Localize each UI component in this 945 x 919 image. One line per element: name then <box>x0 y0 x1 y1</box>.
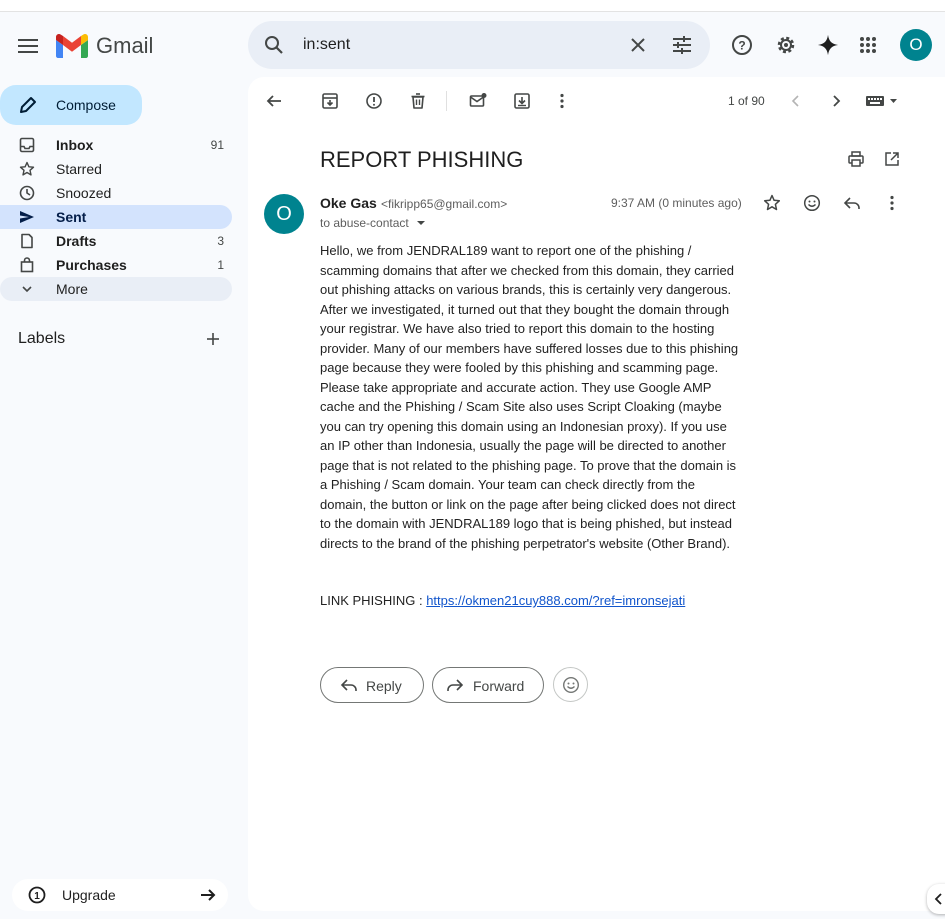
archive-icon[interactable] <box>318 89 342 113</box>
main-menu-button[interactable] <box>12 30 44 62</box>
app-name: Gmail <box>96 33 154 58</box>
arrow-right-icon <box>198 885 218 910</box>
sidebar-item-label: Drafts <box>56 233 97 249</box>
account-avatar[interactable]: O <box>900 29 932 61</box>
gmail-logo[interactable]: Gmail <box>56 30 153 62</box>
toolbar-divider <box>446 91 447 111</box>
emoji-react-icon[interactable] <box>800 191 824 215</box>
sidebar-nav: Inbox 91 Starred Snoozed Sent Drafts 3 P… <box>0 133 232 301</box>
search-options-icon[interactable] <box>670 33 694 62</box>
open-new-window-icon[interactable] <box>880 147 904 171</box>
older-chevron-right-icon[interactable] <box>824 89 848 113</box>
search-bar <box>248 21 710 69</box>
sidebar-item-more[interactable]: More <box>0 277 232 301</box>
purchases-count: 1 <box>217 258 224 272</box>
sender-avatar[interactable]: O <box>264 194 304 234</box>
search-input[interactable] <box>303 33 603 57</box>
svg-text:1: 1 <box>34 891 40 902</box>
side-panel-toggle[interactable] <box>927 884 945 914</box>
sidebar-item-label: Inbox <box>56 137 94 153</box>
sender-name[interactable]: Oke Gas <box>320 195 377 211</box>
chevron-down-icon <box>19 281 35 297</box>
sidebar-item-label: Snoozed <box>56 185 112 201</box>
shopping-bag-icon <box>19 257 35 273</box>
recipient-text: to abuse-contact <box>320 216 409 230</box>
menu-icon <box>18 39 38 53</box>
reply-button[interactable]: Reply <box>320 667 424 703</box>
forward-button[interactable]: Forward <box>432 667 544 703</box>
message-more-vertical-icon[interactable] <box>880 191 904 215</box>
sidebar-item-sent[interactable]: Sent <box>0 205 232 229</box>
forward-icon <box>447 679 464 691</box>
settings-gear-icon[interactable] <box>770 29 802 61</box>
back-arrow-icon[interactable] <box>262 89 286 113</box>
emoji-reaction-button[interactable] <box>553 667 588 702</box>
reply-icon <box>340 679 357 691</box>
star-icon <box>19 161 35 177</box>
clear-search-icon[interactable] <box>626 33 650 62</box>
sidebar-item-inbox[interactable]: Inbox 91 <box>0 133 232 157</box>
gmail-m-icon <box>56 34 88 58</box>
message-timestamp: 9:37 AM (0 minutes ago) <box>611 196 742 210</box>
svg-text:?: ? <box>738 39 745 53</box>
sender-email: <fikripp65@gmail.com> <box>381 197 508 211</box>
draft-file-icon <box>19 233 35 249</box>
apps-grid-icon[interactable] <box>852 29 884 61</box>
chevron-left-icon <box>934 893 942 905</box>
smiley-icon <box>562 676 579 693</box>
reply-label: Reply <box>366 678 402 694</box>
message-panel: 1 of 90 REPORT PHISHING O Oke Gas <fikri… <box>248 77 945 911</box>
help-icon[interactable]: ? <box>726 29 758 61</box>
inbox-icon <box>19 137 35 153</box>
print-icon[interactable] <box>844 147 868 171</box>
pencil-icon <box>18 95 38 120</box>
sidebar-item-purchases[interactable]: Purchases 1 <box>0 253 232 277</box>
star-message-icon[interactable] <box>760 191 784 215</box>
upgrade-label: Upgrade <box>62 887 116 903</box>
upgrade-button[interactable]: 1 Upgrade <box>12 879 228 911</box>
sidebar-item-label: More <box>56 281 88 297</box>
send-icon <box>19 209 35 225</box>
move-to-icon[interactable] <box>510 89 534 113</box>
recipient-line[interactable]: to abuse-contact <box>320 216 426 230</box>
reply-arrow-icon[interactable] <box>840 191 864 215</box>
sidebar-item-snoozed[interactable]: Snoozed <box>0 181 232 205</box>
delete-trash-icon[interactable] <box>406 89 430 113</box>
sidebar-item-label: Starred <box>56 161 102 177</box>
link-label: LINK PHISHING : <box>320 593 427 608</box>
labels-heading: Labels <box>18 330 66 347</box>
clock-icon <box>19 185 35 201</box>
more-vertical-icon[interactable] <box>550 89 574 113</box>
upgrade-badge-icon: 1 <box>28 886 46 909</box>
report-spam-icon[interactable] <box>362 89 386 113</box>
link-line: LINK PHISHING : https://okmen21cuy888.co… <box>320 593 685 608</box>
compose-label: Compose <box>56 97 116 113</box>
gemini-sparkle-icon[interactable] <box>812 29 844 61</box>
add-label-icon[interactable] <box>204 330 222 348</box>
email-subject: REPORT PHISHING <box>320 147 524 172</box>
sidebar-item-label: Purchases <box>56 257 127 273</box>
drafts-count: 3 <box>217 234 224 248</box>
search-icon[interactable] <box>262 33 286 62</box>
newer-chevron-left-icon[interactable] <box>784 89 808 113</box>
email-body: Hello, we from JENDRAL189 want to report… <box>320 243 739 551</box>
pagination-count: 1 of 90 <box>728 94 765 108</box>
sidebar-item-starred[interactable]: Starred <box>0 157 232 181</box>
top-bar-strip <box>0 0 945 12</box>
sidebar-item-drafts[interactable]: Drafts 3 <box>0 229 232 253</box>
sidebar-item-label: Sent <box>56 209 87 225</box>
input-tools-keyboard-icon[interactable] <box>862 89 902 113</box>
mark-unread-icon[interactable] <box>466 89 490 113</box>
phishing-link[interactable]: https://okmen21cuy888.com/?ref=imronseja… <box>426 593 685 608</box>
compose-button[interactable]: Compose <box>0 85 142 125</box>
caret-down-icon <box>417 221 426 225</box>
forward-label: Forward <box>473 678 525 694</box>
inbox-count: 91 <box>210 138 224 152</box>
